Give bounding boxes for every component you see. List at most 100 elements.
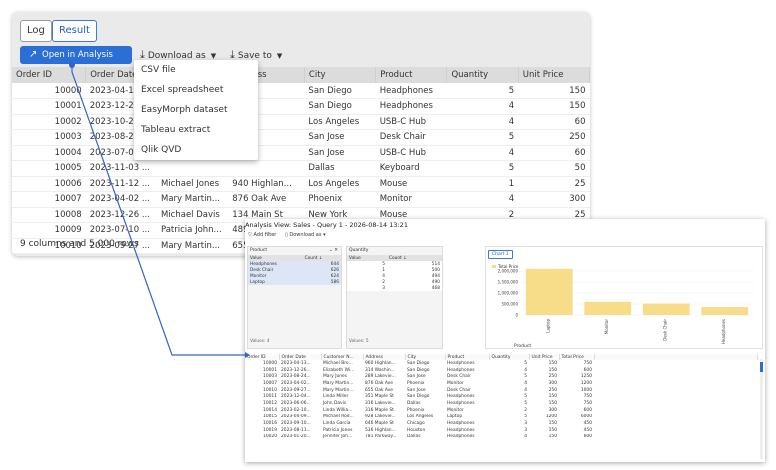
table-cell: USB-C Hub	[375, 114, 447, 130]
table-cell: 2023-04-09...	[281, 414, 311, 420]
table-cell: Linda Garcia	[323, 421, 351, 427]
table-row[interactable]: 10010 2023-09-27... Mary Martin... 655 Oak …	[245, 387, 758, 394]
table-row[interactable]: 10000 2023-04-13... Michael Bro... 960 High…	[245, 360, 758, 367]
table-row[interactable]: 10006 2023-11-12 ... Michael Jones 940 High…	[12, 176, 590, 192]
table-cell: 1200	[580, 380, 592, 386]
table-cell: Headphones	[375, 98, 447, 115]
table-cell: 2023-11-03 ...	[85, 160, 157, 177]
table-cell: 536 Highlan...	[365, 427, 396, 433]
table-row[interactable]: 10011 2023-12-04... Linda Miller 351 Maple …	[245, 393, 758, 400]
table-row[interactable]: 10014 2023-02-10... Linda Willia... 316 Map…	[245, 407, 758, 414]
table-row[interactable]: 10012 2023-06-06... John Davis 316 Lakevie.…	[245, 400, 758, 407]
table-cell: 4	[524, 380, 527, 386]
scroll-thumb[interactable]	[760, 362, 763, 372]
table-cell: 300	[548, 380, 557, 386]
table-row[interactable]: 10016 2023-09-10... Linda Garcia 646 Maple …	[245, 420, 758, 427]
open-external-icon: ↗	[29, 49, 38, 60]
column-header[interactable]: City	[304, 67, 377, 83]
menu-item[interactable]: Qlik QVD	[134, 140, 258, 160]
bar	[525, 268, 573, 315]
table-row[interactable]: 10019 2023-08-11... Patricia Jones 536 High…	[245, 427, 758, 434]
table-cell: 750	[583, 400, 592, 406]
x-tick-label: Headphones	[721, 319, 726, 344]
table-cell: Keyboard	[375, 160, 447, 177]
tile-cell: Laptop	[248, 279, 303, 285]
bar	[701, 307, 749, 315]
table-row[interactable]: 10007 2023-04-02 ... Mary Martin... 876 Oak…	[12, 191, 590, 208]
column-header[interactable]: Order ID	[12, 67, 87, 83]
table-cell: Los Angeles	[304, 176, 376, 192]
table-row[interactable]: 10005 2023-11-03 ... Dallas Keyboard 5 50	[12, 160, 590, 177]
table-cell: 50	[518, 160, 590, 177]
table-row[interactable]: 10001 2023-12-26... Elizabeth Wi... 314 Was…	[245, 367, 758, 374]
table-row[interactable]: 10007 2023-04-02... Mary Martin... 876 Oak …	[245, 380, 758, 387]
menu-item[interactable]: EasyMorph dataset	[134, 100, 258, 120]
menu-item[interactable]: Tableau extract	[134, 120, 258, 140]
table-cell: Desk Chair	[447, 374, 471, 380]
table-cell: 5	[524, 414, 527, 420]
tab-result[interactable]: Result	[52, 20, 97, 42]
table-cell: 600	[583, 407, 592, 413]
table-row[interactable]: 10003 2023-08-24... Mary Jones 289 Lakevie.…	[245, 373, 758, 380]
vertical-scrollbar[interactable]	[760, 359, 763, 459]
add-filter-button[interactable]: ▽ Add filter	[248, 232, 276, 238]
close-icon[interactable]: ⌄ ✕	[329, 247, 338, 255]
table-cell: Linda Miller	[323, 394, 349, 400]
table-cell: 300	[548, 407, 557, 413]
table-cell: 5	[524, 394, 527, 400]
table-cell: San Jose	[407, 387, 426, 393]
table-cell: 10012	[263, 400, 277, 406]
table-cell: 10016	[263, 421, 277, 427]
list-item[interactable]: 3 468	[347, 285, 442, 291]
quantity-tile[interactable]: Quantity Value Count ↓ 5 514 1 500 4 494 2 490 3 4…	[346, 246, 443, 349]
table-cell: 10004	[12, 145, 86, 161]
table-cell-filler	[594, 380, 758, 387]
download-menu: CSV file Excel spreadsheet EasyMorph datas…	[134, 60, 258, 160]
table-cell-filler	[594, 400, 758, 407]
table-cell: 25	[518, 176, 590, 192]
analysis-grid[interactable]: Order ID Order Date Customer N... Address Ci…	[245, 354, 758, 440]
table-cell-filler	[594, 407, 758, 414]
table-cell: 10008	[12, 207, 86, 223]
table-cell: 876 Oak Ave	[365, 380, 393, 386]
menu-item[interactable]: Excel spreadsheet	[134, 80, 258, 100]
table-cell: Chicago	[407, 421, 425, 427]
table-cell: 4	[446, 114, 519, 130]
table-cell: 928 Lakevie...	[365, 414, 396, 420]
download-as-button-2[interactable]: ▯ Download as ▾	[285, 232, 326, 238]
table-cell: 10000	[12, 83, 86, 99]
table-cell: 2023-04-02...	[281, 380, 311, 386]
table-cell: Patricia John...	[156, 222, 229, 239]
table-cell: 4	[446, 98, 519, 115]
product-tile[interactable]: Product ⌄ ✕ Value Count ↓ Headphones 644 Des…	[247, 246, 342, 349]
table-row[interactable]: 10015 2023-04-09... Michael Rod... 928 Lake…	[245, 414, 758, 421]
table-cell: 10001	[12, 98, 86, 115]
table-row[interactable]: 10003 2023-08-24 ... San Jose Desk Chair 5 25…	[12, 129, 590, 146]
list-item[interactable]: Laptop 586	[248, 279, 341, 285]
open-analysis-view-button[interactable]: ↗ Open in Analysis View	[20, 46, 132, 78]
menu-item[interactable]: CSV file	[134, 60, 258, 80]
table-cell: Headphones	[447, 427, 475, 433]
add-filter-label: Add filter	[253, 232, 277, 238]
table-row[interactable]: 10004 2023-07-07 ... San Jose USB-C Hub 4 60	[12, 145, 590, 161]
table-cell: 250	[518, 129, 590, 146]
table-row[interactable]: 10001 2023-12-26 ... San Diego Headphones 4 1…	[12, 98, 590, 115]
tab-chart-1[interactable]: Chart 1	[488, 250, 513, 259]
x-axis-label: Product	[514, 343, 531, 349]
table-cell: 150	[548, 434, 557, 440]
table-cell: 3	[524, 421, 527, 427]
quantity-tile-table: Value Count ↓ 5 514 1 500 4 494 2 490 3 468	[347, 255, 442, 291]
column-header[interactable]: Unit Price	[518, 67, 590, 83]
table-cell: 10001	[263, 367, 277, 373]
table-cell: 5	[446, 83, 519, 99]
column-header[interactable]: Quantity	[446, 67, 519, 83]
column-header[interactable]: Product	[375, 67, 448, 83]
table-cell: Dallas	[304, 160, 376, 177]
tab-log[interactable]: Log	[20, 20, 52, 42]
product-tile-table: Value Count ↓ Headphones 644 Desk Chair 626 M…	[248, 255, 341, 285]
table-cell: 2023-02-10...	[281, 407, 311, 413]
table-row[interactable]: 10000 2023-04-13 ... San Diego Headphones 5 1…	[12, 83, 590, 99]
table-row[interactable]: 10002 2023-10-21 ... Los Angeles USB-C Hub 4…	[12, 114, 590, 130]
table-cell: 10003	[263, 374, 277, 380]
table-row[interactable]: 10020 2023-01-20... Jennifer Joh... 781 Par…	[245, 434, 758, 441]
